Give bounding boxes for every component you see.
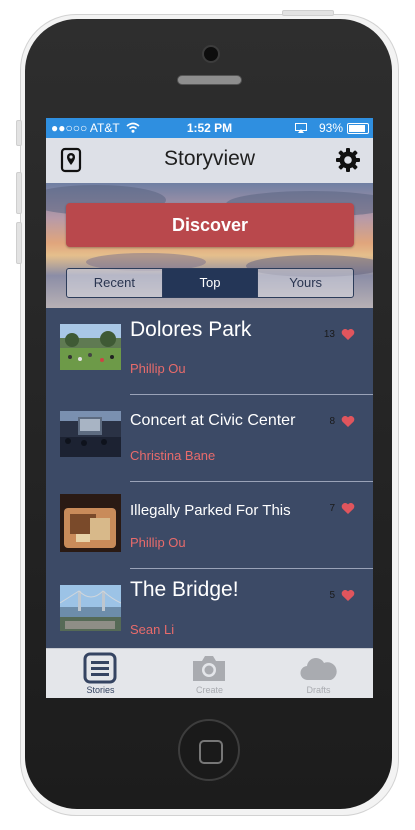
tab-drafts[interactable]: Drafts	[264, 649, 373, 698]
gear-icon[interactable]	[335, 147, 361, 173]
earpiece-speaker	[177, 75, 242, 85]
story-row[interactable]: Concert at Civic Center Christina Bane 8	[46, 395, 373, 482]
airplay-icon	[295, 123, 307, 133]
story-title: The Bridge!	[130, 578, 239, 601]
front-camera	[202, 45, 220, 63]
tab-label: Drafts	[306, 685, 331, 695]
segment-top[interactable]: Top	[161, 269, 258, 297]
power-button	[282, 10, 334, 16]
battery-percent: 93%	[318, 121, 343, 135]
battery-icon	[347, 123, 369, 134]
tab-label: Create	[195, 685, 223, 695]
story-thumbnail	[60, 324, 121, 370]
discover-button[interactable]: Discover	[66, 203, 354, 247]
story-author[interactable]: Sean Li	[130, 622, 174, 637]
like-count: 7	[329, 503, 335, 514]
story-row[interactable]: Illegally Parked For This Phillip Ou 7	[46, 482, 373, 569]
camera-icon	[193, 656, 225, 681]
story-list: Dolores Park Phillip Ou 13 Concert at Ci…	[46, 308, 373, 648]
story-author[interactable]: Phillip Ou	[130, 361, 186, 376]
like-count: 13	[323, 329, 335, 340]
status-bar: ●●○○○ AT&T 1:52 PM 93%	[46, 118, 373, 138]
segmented-control: Recent Top Yours	[66, 268, 354, 298]
segment-yours[interactable]: Yours	[257, 269, 353, 297]
volume-down-button	[16, 222, 22, 264]
story-author[interactable]: Christina Bane	[130, 448, 215, 463]
list-icon	[83, 652, 117, 684]
story-thumbnail	[60, 411, 121, 457]
segment-recent[interactable]: Recent	[67, 269, 162, 297]
story-title: Concert at Civic Center	[130, 412, 296, 429]
heart-icon[interactable]	[341, 589, 355, 602]
heart-icon[interactable]	[341, 415, 355, 428]
story-title: Dolores Park	[130, 318, 252, 341]
page-title: Storyview	[163, 147, 256, 170]
home-button[interactable]	[178, 719, 240, 781]
tab-stories[interactable]: Stories	[46, 649, 155, 698]
story-thumbnail	[60, 585, 121, 631]
tab-create[interactable]: Create	[155, 649, 264, 698]
tab-label: Stories	[86, 685, 115, 695]
volume-up-button	[16, 172, 22, 214]
like-count: 8	[329, 416, 335, 427]
tab-bar: Stories Create Drafts	[46, 648, 373, 698]
story-row[interactable]: The Bridge! Sean Li 5	[46, 569, 373, 656]
hero-banner: Discover Recent Top Yours	[46, 183, 373, 308]
navigation-bar: Storyview	[46, 138, 373, 183]
story-thumbnail	[60, 494, 121, 552]
heart-icon[interactable]	[341, 502, 355, 515]
story-row[interactable]: Dolores Park Phillip Ou 13	[46, 308, 373, 395]
story-author[interactable]: Phillip Ou	[130, 535, 186, 550]
story-title: Illegally Parked For This	[130, 502, 291, 519]
like-count: 5	[329, 590, 335, 601]
heart-icon[interactable]	[341, 328, 355, 341]
cloud-icon	[300, 658, 337, 681]
app-screen: ●●○○○ AT&T 1:52 PM 93% Storyview Discove…	[46, 118, 373, 698]
mute-switch	[16, 120, 22, 146]
